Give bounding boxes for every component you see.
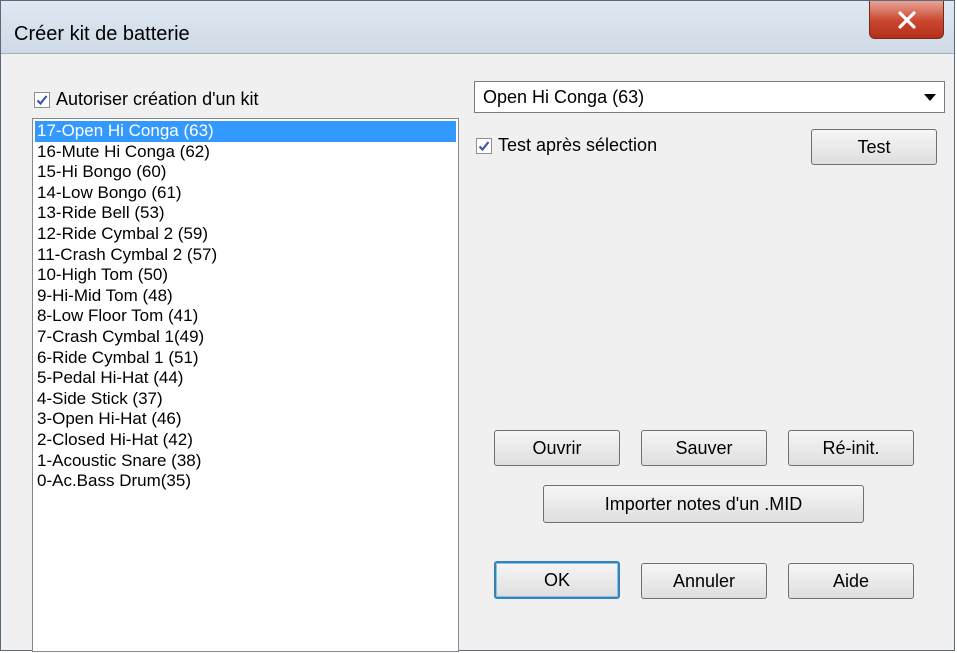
list-item[interactable]: 9-Hi-Mid Tom (48) (35, 286, 456, 307)
list-item[interactable]: 16-Mute Hi Conga (62) (35, 142, 456, 163)
checkmark-icon (478, 140, 490, 151)
chevron-down-icon (924, 94, 936, 101)
test-after-select-checkbox[interactable]: Test après sélection (476, 135, 657, 156)
list-item[interactable]: 13-Ride Bell (53) (35, 203, 456, 224)
ok-button[interactable]: OK (494, 561, 620, 599)
list-item[interactable]: 11-Crash Cymbal 2 (57) (35, 245, 456, 266)
checkmark-icon (36, 94, 48, 105)
list-item[interactable]: 3-Open Hi-Hat (46) (35, 409, 456, 430)
list-item[interactable]: 15-Hi Bongo (60) (35, 162, 456, 183)
cancel-button[interactable]: Annuler (641, 563, 767, 599)
list-item[interactable]: 17-Open Hi Conga (63) (35, 121, 456, 142)
instrument-listbox[interactable]: 17-Open Hi Conga (63) 16-Mute Hi Conga (6… (32, 118, 459, 652)
import-mid-button[interactable]: Importer notes d'un .MID (543, 485, 864, 523)
list-item[interactable]: 10-High Tom (50) (35, 265, 456, 286)
reset-button[interactable]: Ré-init. (788, 430, 914, 466)
dialog-window: Créer kit de batterie Autoriser création… (0, 0, 955, 652)
dialog-content: Autoriser création d'un kit 17-Open Hi C… (1, 54, 954, 652)
list-item[interactable]: 7-Crash Cymbal 1(49) (35, 327, 456, 348)
sound-dropdown-value: Open Hi Conga (63) (483, 87, 645, 107)
allow-kit-label: Autoriser création d'un kit (56, 89, 259, 109)
window-title: Créer kit de batterie (14, 23, 190, 45)
open-button[interactable]: Ouvrir (494, 430, 620, 466)
title-bar[interactable]: Créer kit de batterie (1, 1, 954, 54)
test-after-select-label: Test après sélection (498, 135, 658, 155)
list-item[interactable]: 5-Pedal Hi-Hat (44) (35, 368, 456, 389)
close-icon (897, 10, 916, 29)
allow-kit-checkbox[interactable]: Autoriser création d'un kit (34, 89, 259, 110)
help-button[interactable]: Aide (788, 563, 914, 599)
list-item[interactable]: 6-Ride Cymbal 1 (51) (35, 348, 456, 369)
sound-dropdown[interactable]: Open Hi Conga (63) (474, 81, 945, 113)
list-item[interactable]: 8-Low Floor Tom (41) (35, 306, 456, 327)
allow-kit-checkbox-box[interactable] (34, 91, 50, 108)
list-item[interactable]: 1-Acoustic Snare (38) (35, 451, 456, 472)
save-button[interactable]: Sauver (641, 430, 767, 466)
test-button[interactable]: Test (811, 129, 937, 165)
close-button[interactable] (869, 1, 944, 39)
list-item[interactable]: 14-Low Bongo (61) (35, 183, 456, 204)
list-item[interactable]: 0-Ac.Bass Drum(35) (35, 471, 456, 492)
list-item[interactable]: 4-Side Stick (37) (35, 389, 456, 410)
test-after-select-checkbox-box[interactable] (476, 137, 492, 154)
list-item[interactable]: 2-Closed Hi-Hat (42) (35, 430, 456, 451)
list-item[interactable]: 12-Ride Cymbal 2 (59) (35, 224, 456, 245)
